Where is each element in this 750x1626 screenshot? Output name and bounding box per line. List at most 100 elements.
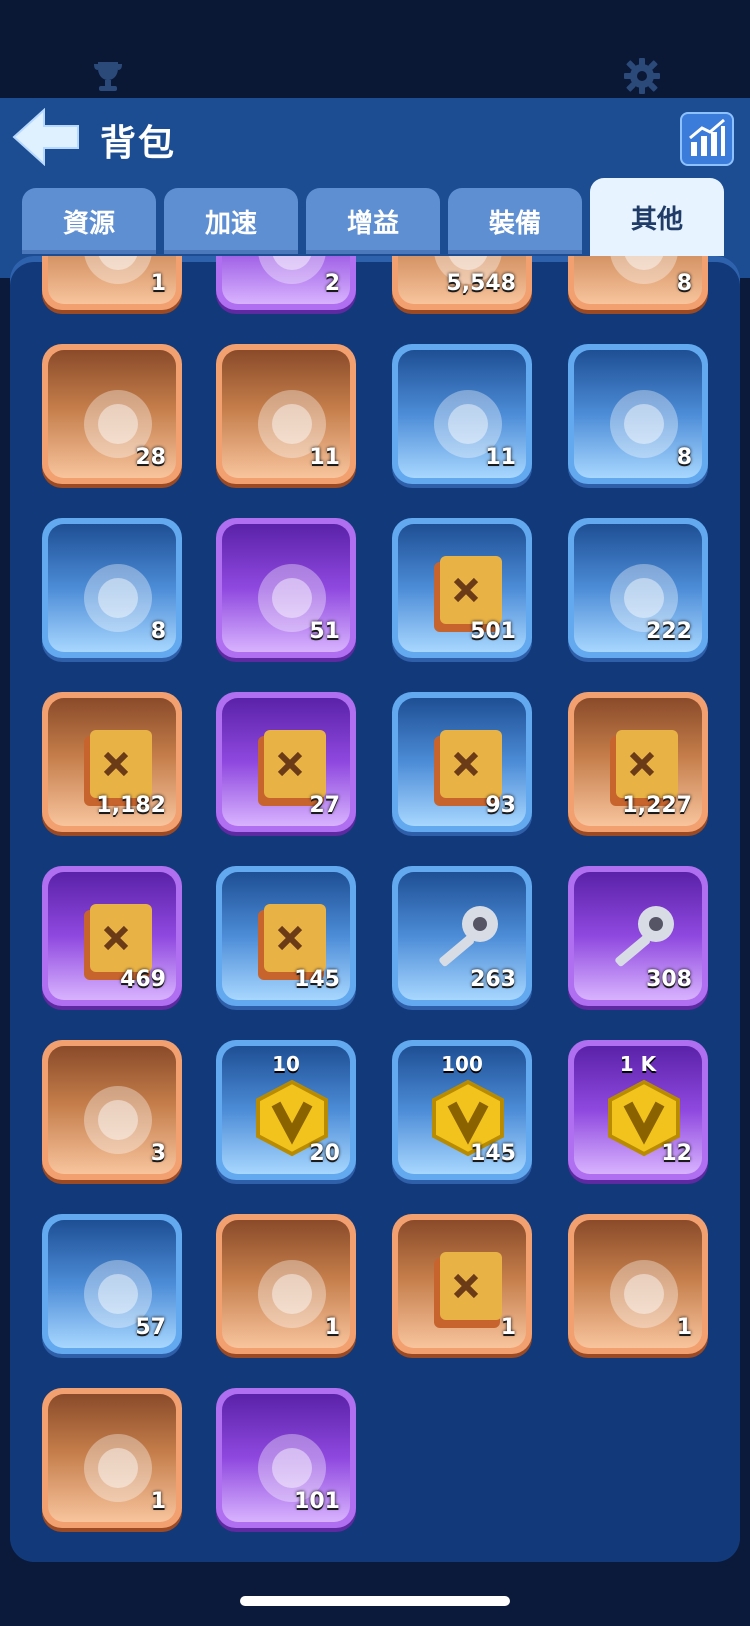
item-frame: 28 (48, 350, 176, 478)
item-count: 2 (324, 271, 340, 296)
stats-button[interactable] (680, 112, 734, 166)
inventory-item[interactable]: 1 (42, 1388, 182, 1528)
inventory-item[interactable]: 57 (42, 1214, 182, 1354)
inventory-item[interactable]: 145 (216, 866, 356, 1006)
back-arrow-icon[interactable] (10, 108, 82, 166)
inventory-item[interactable]: 308 (568, 866, 708, 1006)
item-frame: 469 (48, 872, 176, 1000)
trophy-icon[interactable] (88, 56, 128, 96)
item-count: 11 (485, 445, 516, 470)
inventory-item[interactable]: 1 (42, 256, 182, 310)
item-count: 1 (500, 1315, 516, 1340)
item-frame: 1 (574, 1220, 702, 1348)
inventory-item[interactable]: 100 145 (392, 1040, 532, 1180)
inventory-item[interactable]: 8 (42, 518, 182, 658)
inventory-item[interactable]: 11 (392, 344, 532, 484)
item-frame: 101 (222, 1394, 350, 1522)
inventory-item[interactable]: 27 (216, 692, 356, 832)
inventory-item[interactable]: 28 (42, 344, 182, 484)
item-frame: 308 (574, 872, 702, 1000)
item-count: 222 (646, 619, 692, 644)
item-tier-label: 10 (272, 1052, 300, 1076)
item-frame: 57 (48, 1220, 176, 1348)
page-title: 背包 (100, 123, 177, 164)
item-count: 27 (309, 793, 340, 818)
item-frame: 11 (398, 350, 526, 478)
item-count: 145 (294, 967, 340, 992)
inventory-item[interactable]: 5,548 (392, 256, 532, 310)
inventory-item[interactable]: 501 (392, 518, 532, 658)
item-frame: 1,182 (48, 698, 176, 826)
item-count: 1 (324, 1315, 340, 1340)
inventory-item[interactable]: 222 (568, 518, 708, 658)
item-count: 308 (646, 967, 692, 992)
item-frame: 11 (222, 350, 350, 478)
item-frame: 1 (48, 1394, 176, 1522)
chart-icon (689, 118, 725, 156)
tab-speedups[interactable]: 加速 (164, 188, 298, 254)
item-count: 145 (470, 1141, 516, 1166)
tab-boosts[interactable]: 增益 (306, 188, 440, 254)
inventory-item[interactable]: 2 (216, 256, 356, 310)
item-count: 1 (676, 1315, 692, 1340)
item-count: 20 (309, 1141, 340, 1166)
item-tier-label: 100 (441, 1052, 483, 1076)
item-frame: 27 (222, 698, 350, 826)
item-count: 8 (150, 619, 166, 644)
item-count: 51 (309, 619, 340, 644)
item-count: 57 (135, 1315, 166, 1340)
inventory-item[interactable]: 10 20 (216, 1040, 356, 1180)
item-count: 101 (294, 1489, 340, 1514)
inventory-item[interactable]: 1 K 12 (568, 1040, 708, 1180)
item-frame: 263 (398, 872, 526, 1000)
item-frame: 222 (574, 524, 702, 652)
inventory-panel: 1 2 5,548 8 28 11 11 8 8 51 501 222 1,182 27 93 1,227 46… (10, 256, 740, 1562)
inventory-item[interactable]: 11 (216, 344, 356, 484)
inventory-item[interactable]: 93 (392, 692, 532, 832)
inventory-item[interactable]: 8 (568, 344, 708, 484)
item-count: 93 (485, 793, 516, 818)
tab-other[interactable]: 其他 (590, 178, 724, 256)
inventory-item[interactable]: 469 (42, 866, 182, 1006)
item-frame: 93 (398, 698, 526, 826)
inventory-item[interactable]: 1 (216, 1214, 356, 1354)
item-frame: 10 20 (222, 1046, 350, 1174)
inventory-item[interactable]: 1 (392, 1214, 532, 1354)
item-frame: 1 (222, 1220, 350, 1348)
item-count: 469 (120, 967, 166, 992)
item-count: 501 (470, 619, 516, 644)
item-frame: 2 (222, 256, 350, 304)
inventory-item[interactable]: 1,182 (42, 692, 182, 832)
tab-equipment[interactable]: 裝備 (448, 188, 582, 254)
item-frame: 145 (222, 872, 350, 1000)
item-frame: 8 (48, 524, 176, 652)
item-frame: 1,227 (574, 698, 702, 826)
inventory-item[interactable]: 263 (392, 866, 532, 1006)
inventory-item[interactable]: 1 (568, 1214, 708, 1354)
item-count: 1 (150, 271, 166, 296)
item-count: 12 (661, 1141, 692, 1166)
item-count: 8 (676, 271, 692, 296)
item-frame: 3 (48, 1046, 176, 1174)
item-frame: 8 (574, 350, 702, 478)
item-count: 1 (150, 1489, 166, 1514)
top-bar (0, 0, 750, 98)
inventory-item[interactable]: 51 (216, 518, 356, 658)
home-indicator[interactable] (240, 1596, 510, 1606)
inventory-item[interactable]: 8 (568, 256, 708, 310)
tab-resources[interactable]: 資源 (22, 188, 156, 254)
item-frame: 5,548 (398, 256, 526, 304)
item-count: 1,182 (96, 793, 166, 818)
item-count: 3 (150, 1141, 166, 1166)
item-frame: 1 (48, 256, 176, 304)
tab-bar: 資源 加速 增益 裝備 其他 (22, 178, 732, 258)
inventory-item[interactable]: 3 (42, 1040, 182, 1180)
item-count: 11 (309, 445, 340, 470)
item-count: 263 (470, 967, 516, 992)
item-frame: 100 145 (398, 1046, 526, 1174)
inventory-item[interactable]: 101 (216, 1388, 356, 1528)
inventory-item[interactable]: 1,227 (568, 692, 708, 832)
gear-icon[interactable] (622, 56, 662, 96)
item-frame: 51 (222, 524, 350, 652)
item-frame: 1 (398, 1220, 526, 1348)
